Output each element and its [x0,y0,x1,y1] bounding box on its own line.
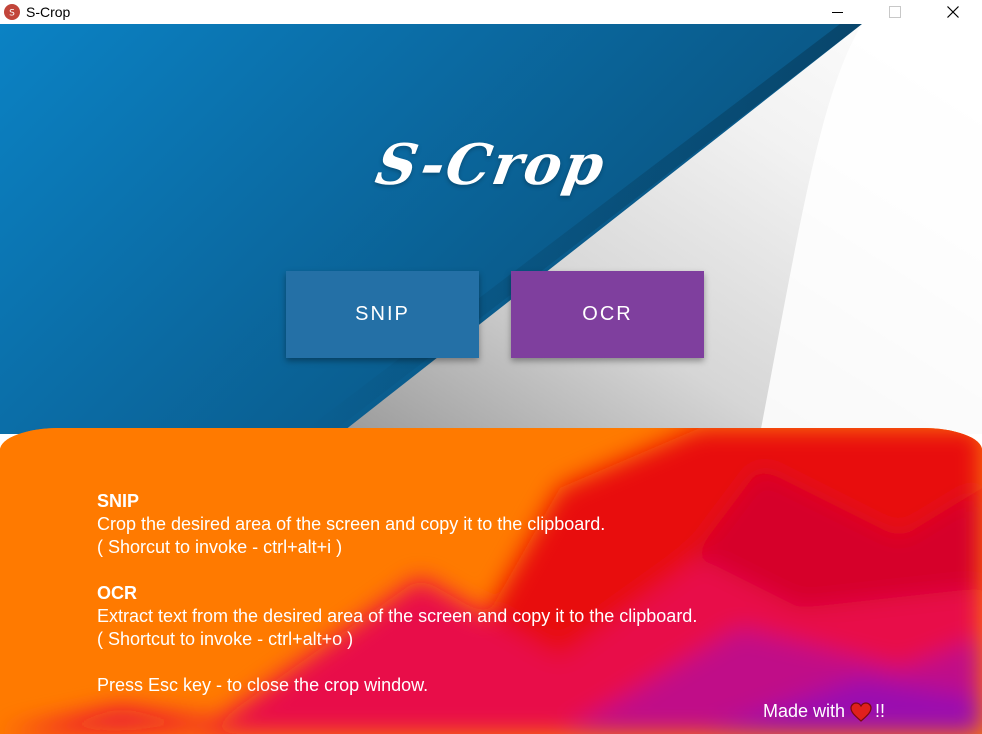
maximize-icon [866,0,924,24]
minimize-icon[interactable] [808,0,866,24]
hero-panel: S-Crop SNIP OCR [0,24,982,434]
window-controls [808,0,982,24]
instructions: SNIP Crop the desired area of the screen… [97,490,697,697]
ocr-button[interactable]: OCR [511,271,704,358]
title-bar: S S-Crop [0,0,982,24]
made-with-text: Made with [763,701,846,721]
svg-text:S: S [9,9,15,18]
window-title: S-Crop [26,4,71,20]
snip-button[interactable]: SNIP [286,271,479,358]
made-with-suffix: !! [875,701,886,721]
close-icon[interactable] [924,0,982,24]
info-panel: SNIP Crop the desired area of the screen… [0,428,982,734]
made-with-footer: Made with !! [763,701,885,722]
heart-icon [850,701,872,722]
ocr-heading: OCR [97,583,137,603]
snip-shortcut: ( Shorcut to invoke - ctrl+alt+i ) [97,537,343,557]
esc-note: Press Esc key - to close the crop window… [97,675,429,695]
app-logo: S-Crop [371,132,611,198]
ocr-description: Extract text from the desired area of th… [97,606,698,626]
page-curl-decoration [300,24,982,434]
snip-description: Crop the desired area of the screen and … [97,514,606,534]
ocr-shortcut: ( Shortcut to invoke - ctrl+alt+o ) [97,629,354,649]
snip-heading: SNIP [97,491,140,511]
s-crop-app-icon: S [4,4,20,20]
